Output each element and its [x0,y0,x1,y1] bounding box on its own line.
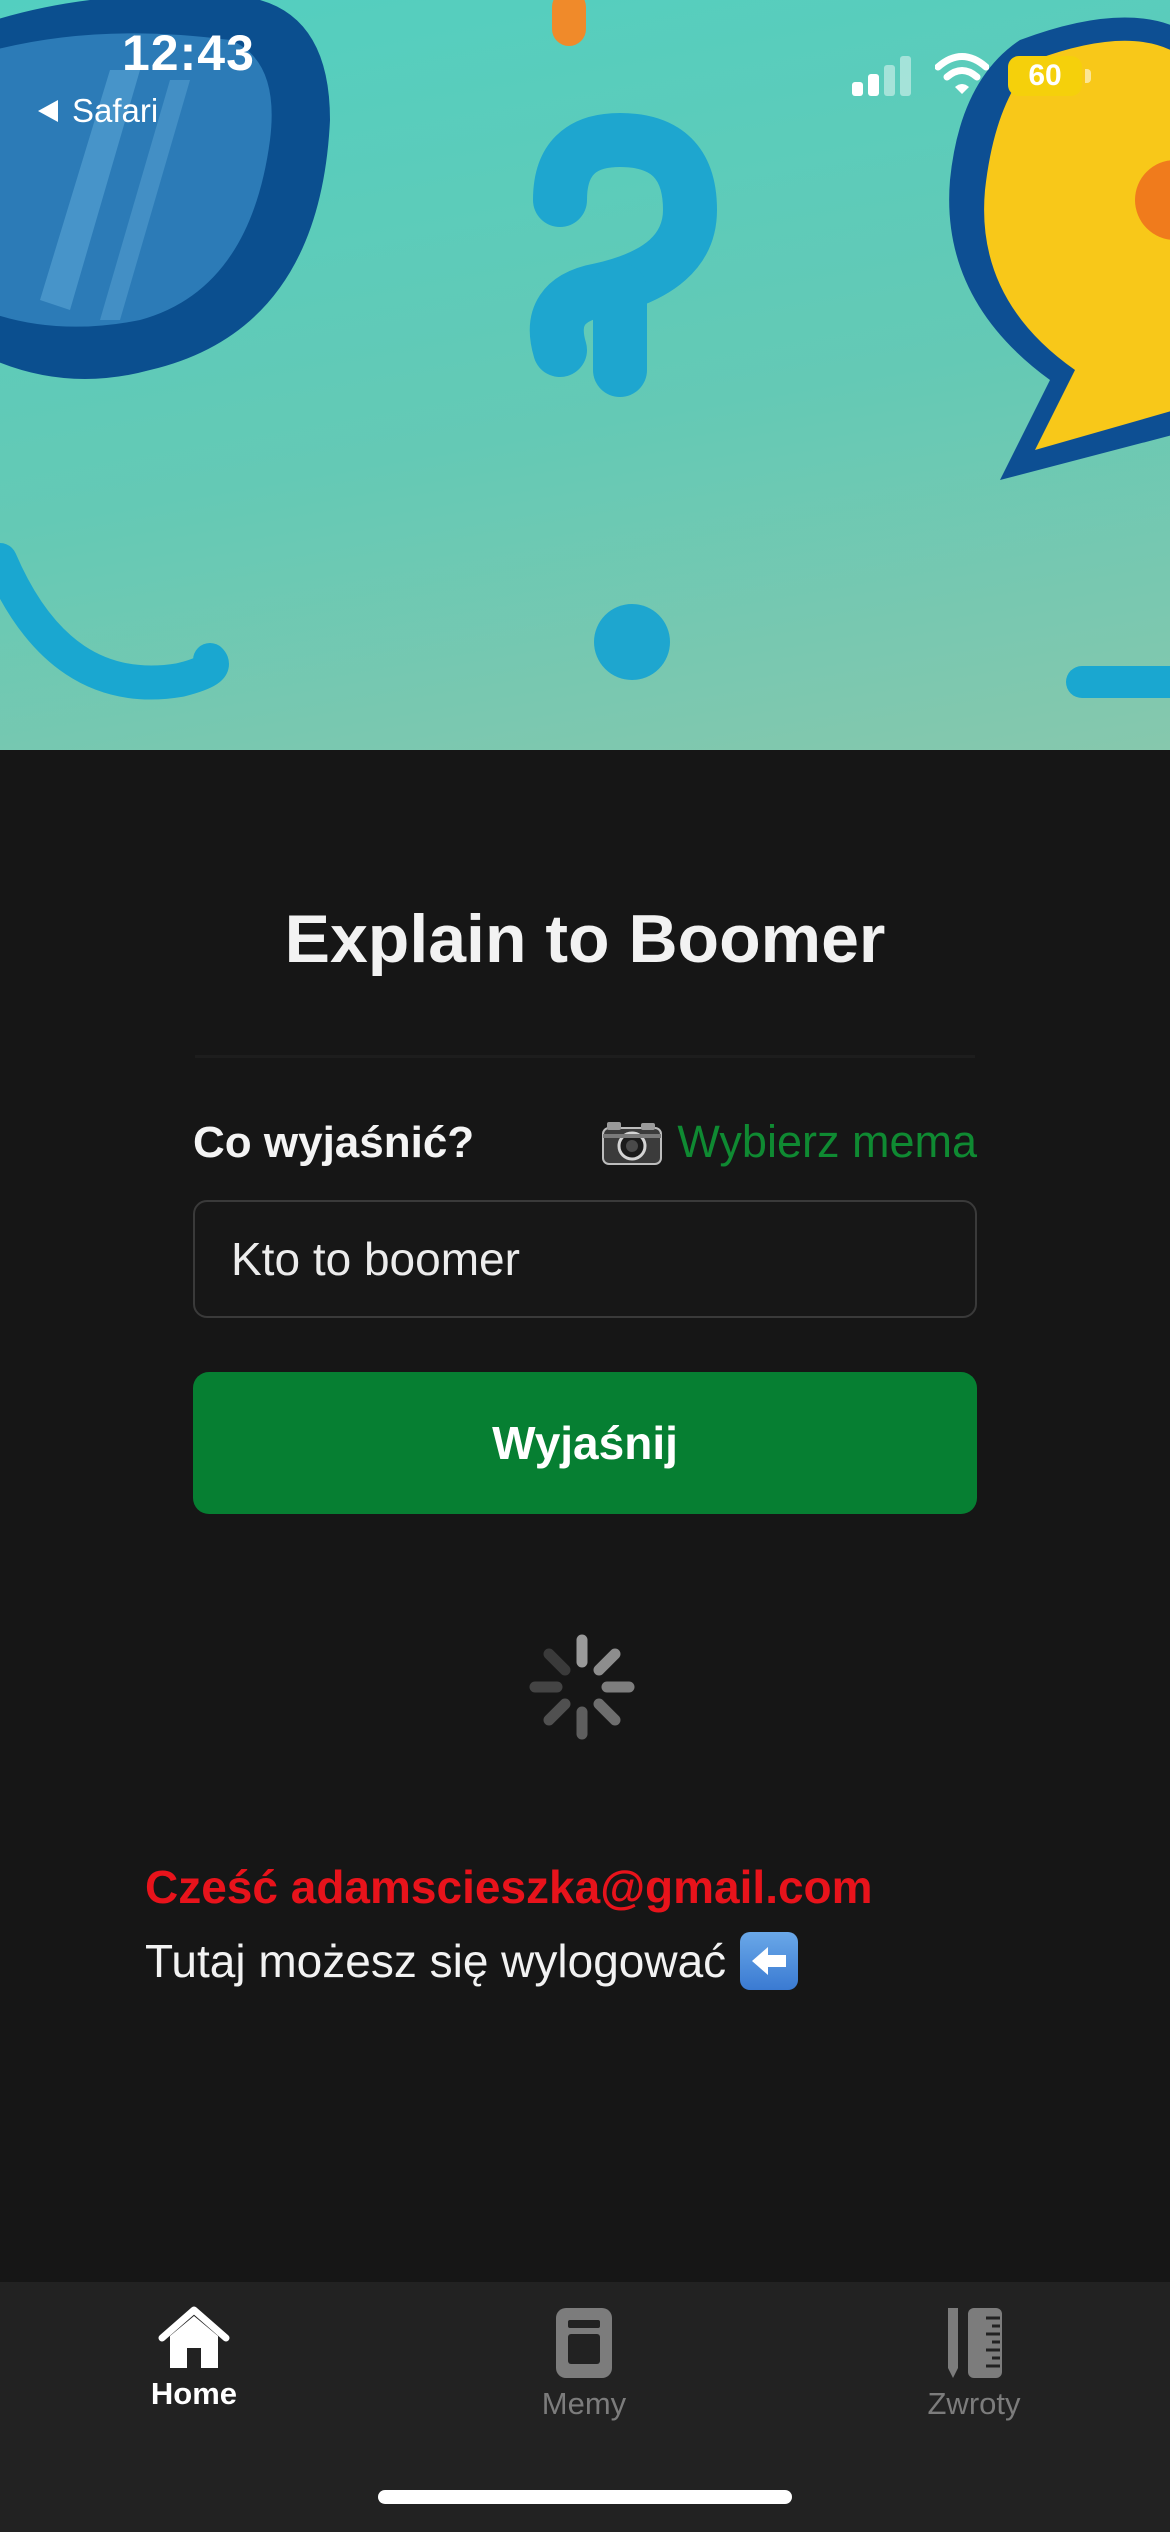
newspaper-icon [556,2308,612,2378]
question-input[interactable] [193,1200,977,1318]
tab-home-label: Home [150,2376,238,2411]
back-link-label: Safari [72,92,159,129]
wifi-icon [935,53,989,94]
cellular-signal-icon [852,56,911,96]
battery-cap [1085,69,1091,83]
camera-icon [602,1122,663,1165]
left-arrow-icon [740,1932,799,1990]
back-to-safari-link[interactable]: Safari [38,92,158,130]
tab-memy-label: Memy [541,2386,627,2421]
logout-link[interactable]: Tutaj możesz się wylogować [145,1932,799,1990]
page-title: Explain to Boomer [284,901,886,977]
explain-button[interactable]: Wyjaśnij [193,1372,977,1514]
loading-spinner-icon [529,1634,635,1740]
user-greeting: Cześć adamscieszka@gmail.com [145,1861,873,1913]
tab-memy[interactable]: Memy [454,2306,714,2422]
house-icon [158,2306,230,2368]
title-divider [195,1055,975,1058]
choose-meme-label: Wybierz mema [677,1116,977,1167]
status-bar: 12:43 Safari 60 [0,0,1170,140]
back-triangle-icon [38,100,58,122]
choose-meme-link[interactable]: Wybierz mema [601,1116,977,1168]
tab-zwroty-label: Zwroty [927,2386,1021,2421]
status-time: 12:43 [122,25,255,81]
tab-home[interactable]: Home [64,2306,324,2412]
home-indicator[interactable] [378,2490,792,2504]
ruler-pencil-icon [948,2308,1002,2378]
question-label: Co wyjaśnić? [193,1118,475,1167]
tab-zwroty[interactable]: Zwroty [844,2306,1104,2422]
logout-label: Tutaj możesz się wylogować [145,1935,727,1987]
battery-indicator: 60 [1008,56,1082,96]
